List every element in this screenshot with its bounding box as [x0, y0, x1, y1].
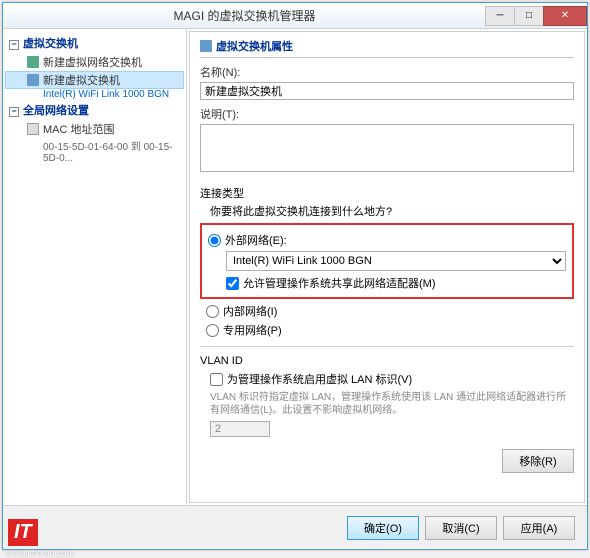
- vlan-id-row: [200, 421, 574, 437]
- maximize-button[interactable]: □: [514, 6, 544, 26]
- tree-item-label: MAC 地址范围: [43, 121, 115, 137]
- radio-internal[interactable]: [206, 305, 219, 318]
- section-title-label: 虚拟交换机属性: [216, 38, 293, 54]
- tree-item-label: 新建虚拟网络交换机: [43, 54, 142, 70]
- network-icon: [27, 74, 39, 86]
- vlan-id-input: [210, 421, 270, 437]
- remove-row: 移除(R): [200, 449, 574, 473]
- vlan-title: VLAN ID: [200, 355, 574, 367]
- vlan-enable-label[interactable]: 为管理操作系统启用虚拟 LAN 标识(V): [227, 371, 412, 387]
- name-row: 名称(N):: [200, 64, 574, 100]
- desc-row: 说明(T):: [200, 106, 574, 175]
- minimize-button[interactable]: ─: [485, 6, 515, 26]
- titlebar-buttons: ─ □ ✕: [486, 6, 587, 26]
- section-title-props: 虚拟交换机属性: [200, 38, 574, 58]
- radio-external[interactable]: [208, 234, 221, 247]
- vlan-section: VLAN ID 为管理操作系统启用虚拟 LAN 标识(V) VLAN 标识符指定…: [200, 355, 574, 437]
- share-check-row: 允许管理操作系统共享此网络适配器(M): [226, 275, 566, 291]
- desc-textarea[interactable]: [200, 124, 574, 172]
- vlan-enable-row: 为管理操作系统启用虚拟 LAN 标识(V): [200, 371, 574, 387]
- name-label: 名称(N):: [200, 64, 574, 80]
- name-input[interactable]: [200, 82, 574, 100]
- desc-label: 说明(T):: [200, 106, 574, 122]
- cancel-button[interactable]: 取消(C): [425, 516, 497, 540]
- adapter-select[interactable]: Intel(R) WiFi Link 1000 BGN: [226, 251, 566, 271]
- radio-internal-label[interactable]: 内部网络(I): [223, 303, 277, 319]
- tree-item-mac-sub: 00-15-5D-01-64-00 到 00-15-5D-0...: [5, 138, 184, 164]
- panel-inner: 虚拟交换机属性 名称(N): 说明(T): 连接类型 你要将此虚拟交换机连接到什…: [189, 31, 585, 503]
- tree-item-mac-range[interactable]: MAC 地址范围: [5, 120, 184, 138]
- window-title: MAGI 的虚拟交换机管理器: [3, 7, 486, 24]
- radio-external-label[interactable]: 外部网络(E):: [225, 232, 287, 248]
- external-highlight: 外部网络(E): Intel(R) WiFi Link 1000 BGN 允许管…: [200, 223, 574, 299]
- detail-panel: 虚拟交换机属性 名称(N): 说明(T): 连接类型 你要将此虚拟交换机连接到什…: [187, 29, 587, 505]
- tree-item-new-switch[interactable]: 新建虚拟交换机: [5, 71, 184, 89]
- network-icon: [200, 40, 212, 52]
- tree-pane: 虚拟交换机 新建虚拟网络交换机 新建虚拟交换机 Intel(R) WiFi Li…: [3, 29, 187, 505]
- vlan-enable-checkbox[interactable]: [210, 373, 223, 386]
- server-icon: [27, 56, 39, 68]
- apply-button[interactable]: 应用(A): [503, 516, 575, 540]
- tree-group-vswitch[interactable]: 虚拟交换机: [5, 33, 184, 53]
- vlan-hint: VLAN 标识符指定虚拟 LAN，管理操作系统使用该 LAN 通过此网络适配器进…: [200, 391, 574, 417]
- tree-item-label: 新建虚拟交换机: [43, 72, 120, 88]
- footer: 确定(O) 取消(C) 应用(A): [3, 505, 587, 549]
- share-checkbox[interactable]: [226, 277, 239, 290]
- window: MAGI 的虚拟交换机管理器 ─ □ ✕ 虚拟交换机 新建虚拟网络交换机 新建虚…: [2, 2, 588, 550]
- share-label[interactable]: 允许管理操作系统共享此网络适配器(M): [243, 275, 436, 291]
- tree-item-new-net-switch[interactable]: 新建虚拟网络交换机: [5, 53, 184, 71]
- connection-group: 连接类型 你要将此虚拟交换机连接到什么地方? 外部网络(E): Intel(R)…: [200, 185, 574, 338]
- connection-question: 你要将此虚拟交换机连接到什么地方?: [200, 203, 574, 219]
- titlebar: MAGI 的虚拟交换机管理器 ─ □ ✕: [3, 3, 587, 29]
- radio-external-row: 外部网络(E):: [208, 232, 566, 248]
- tree-item-adapter-sub: Intel(R) WiFi Link 1000 BGN: [5, 89, 184, 100]
- separator: [200, 346, 574, 347]
- close-button[interactable]: ✕: [543, 6, 587, 26]
- ok-button[interactable]: 确定(O): [347, 516, 419, 540]
- radio-private-label[interactable]: 专用网络(P): [223, 322, 282, 338]
- remove-button[interactable]: 移除(R): [502, 449, 574, 473]
- radio-private-row: 专用网络(P): [200, 322, 574, 338]
- document-icon: [27, 123, 39, 135]
- radio-internal-row: 内部网络(I): [200, 303, 574, 319]
- radio-private[interactable]: [206, 324, 219, 337]
- tree-group-global[interactable]: 全局网络设置: [5, 100, 184, 120]
- connection-title: 连接类型: [200, 185, 574, 201]
- content: 虚拟交换机 新建虚拟网络交换机 新建虚拟交换机 Intel(R) WiFi Li…: [3, 29, 587, 505]
